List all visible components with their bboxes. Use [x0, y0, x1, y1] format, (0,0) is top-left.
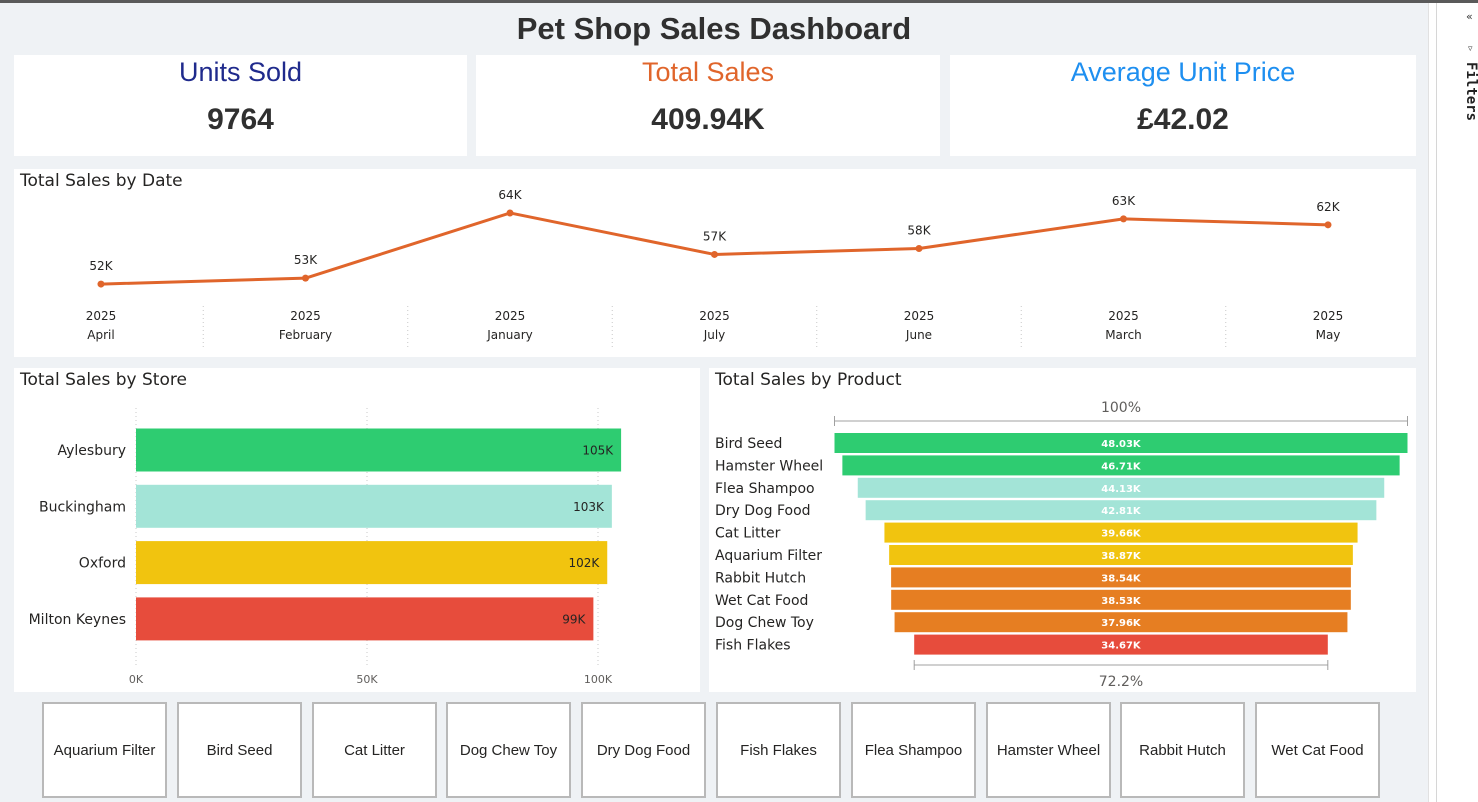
filters-pane-label[interactable]: Filters — [1463, 62, 1478, 121]
category-label: Cat Litter — [715, 526, 781, 542]
x-tick-year: 2025 — [1108, 309, 1139, 323]
top-percent-label: 100% — [1101, 400, 1141, 416]
slicer-bird-seed[interactable]: Bird Seed — [177, 702, 302, 798]
x-tick-label: 50K — [356, 673, 378, 686]
page-title: Pet Shop Sales Dashboard — [516, 11, 912, 46]
canvas-edge — [1428, 3, 1436, 802]
data-label: 57K — [703, 229, 727, 243]
slicer-wet-cat-food[interactable]: Wet Cat Food — [1255, 702, 1380, 798]
x-tick-year: 2025 — [699, 309, 730, 323]
data-label: 99K — [562, 612, 586, 626]
sales-by-product-visual[interactable]: Total Sales by Product 100% 48.03K Bird Se… — [709, 368, 1416, 692]
category-label: Buckingham — [39, 499, 126, 515]
sales-by-date-visual[interactable]: Total Sales by Date 52K 2025 April 53K 2025 F… — [14, 169, 1416, 357]
x-tick-year: 2025 — [290, 309, 321, 323]
slicer-cat-litter[interactable]: Cat Litter — [312, 702, 437, 798]
x-tick-month: January — [486, 328, 533, 342]
kpi-title: Units Sold — [178, 57, 303, 87]
filters-pane[interactable] — [1436, 3, 1478, 802]
slicer-dry-dog-food[interactable]: Dry Dog Food — [581, 702, 706, 798]
data-label: 38.87K — [1101, 551, 1142, 562]
bar-buckingham — [136, 484, 612, 528]
data-point — [711, 250, 718, 258]
data-label: 38.53K — [1101, 596, 1142, 607]
data-label: 64K — [498, 188, 522, 202]
x-tick-month: April — [87, 328, 114, 342]
sales-line — [100, 211, 1329, 286]
kpi-card-total-sales[interactable]: Total Sales 409.94K — [476, 55, 940, 156]
data-label: 39.66K — [1101, 529, 1142, 540]
report-canvas: Pet Shop Sales Dashboard Units Sold 9764… — [0, 3, 1428, 802]
data-label: 42.81K — [1101, 506, 1142, 517]
category-label: Hamster Wheel — [715, 458, 823, 474]
data-label: 63K — [1112, 194, 1136, 208]
bar-oxford — [136, 541, 608, 585]
x-tick-month: March — [1105, 328, 1142, 342]
x-tick-year: 2025 — [904, 309, 935, 323]
kpi-card-units-sold[interactable]: Units Sold 9764 — [14, 55, 467, 156]
data-point — [302, 274, 309, 282]
data-point — [506, 209, 514, 217]
x-tick-year: 2025 — [495, 309, 526, 323]
category-label: Wet Cat Food — [715, 593, 808, 609]
slicer-dog-chew-toy[interactable]: Dog Chew Toy — [446, 702, 571, 798]
data-label: 105K — [582, 444, 614, 458]
slicer-rabbit-hutch[interactable]: Rabbit Hutch — [1120, 702, 1245, 798]
kpi-card-average-unit-price[interactable]: Average Unit Price £42.02 — [950, 55, 1416, 156]
bar-aylesbury — [136, 428, 622, 472]
collapse-chevron-icon[interactable]: « — [1466, 10, 1473, 23]
category-label: Aylesbury — [57, 443, 126, 459]
x-tick-month: June — [905, 328, 932, 342]
x-tick-label: 0K — [129, 673, 144, 686]
kpi-value: 9764 — [207, 103, 274, 136]
category-label: Bird Seed — [715, 436, 782, 452]
data-label: 62K — [1316, 200, 1340, 214]
kpi-value: 409.94K — [651, 103, 765, 136]
kpi-title: Average Unit Price — [1070, 57, 1296, 87]
data-label: 103K — [573, 500, 605, 514]
category-label: Flea Shampoo — [715, 481, 815, 497]
sales-by-store-visual[interactable]: Total Sales by Store 0K 50K 100K 105K Aylesb… — [14, 368, 700, 692]
x-tick-month: February — [279, 328, 332, 342]
slicer-hamster-wheel[interactable]: Hamster Wheel — [986, 702, 1111, 798]
data-label: 102K — [568, 556, 600, 570]
x-tick-month: May — [1316, 328, 1341, 342]
slicer-aquarium-filter[interactable]: Aquarium Filter — [42, 702, 167, 798]
category-label: Milton Keynes — [29, 612, 126, 628]
data-label: 38.54K — [1101, 573, 1142, 584]
category-label: Rabbit Hutch — [715, 570, 806, 586]
slicer-flea-shampoo[interactable]: Flea Shampoo — [851, 702, 976, 798]
data-label: 34.67K — [1101, 641, 1142, 652]
kpi-title: Total Sales — [641, 57, 775, 87]
bar-milton-keynes — [136, 597, 594, 641]
category-label: Oxford — [79, 556, 126, 572]
x-tick-month: July — [703, 328, 726, 342]
sales-by-product-chart: 100% 48.03K Bird Seed 46.71K Hamster Wheel 44… — [715, 400, 1408, 690]
data-point — [1120, 215, 1127, 223]
data-label: 46.71K — [1101, 461, 1142, 472]
x-tick-year: 2025 — [1313, 309, 1344, 323]
category-label: Fish Flakes — [715, 638, 791, 654]
data-label: 44.13K — [1101, 484, 1142, 495]
category-label: Aquarium Filter — [715, 548, 822, 564]
data-label: 37.96K — [1101, 618, 1142, 629]
category-label: Dog Chew Toy — [715, 615, 814, 631]
filter-funnel-icon: ▿ — [1468, 44, 1473, 54]
data-point — [915, 245, 923, 253]
data-point — [1324, 221, 1332, 229]
data-label: 53K — [294, 253, 318, 267]
bottom-percent-label: 72.2% — [1099, 674, 1143, 690]
x-tick-year: 2025 — [86, 309, 117, 323]
kpi-value: £42.02 — [1137, 103, 1229, 136]
data-label: 58K — [907, 224, 931, 238]
slicer-fish-flakes[interactable]: Fish Flakes — [716, 702, 841, 798]
sales-by-store-chart: 0K 50K 100K 105K Aylesbury 103K Buckingham 102K… — [29, 408, 622, 686]
data-point — [97, 280, 105, 288]
category-label: Dry Dog Food — [715, 503, 811, 519]
data-label: 52K — [89, 259, 113, 273]
sales-by-date-chart: 52K 2025 April 53K 2025 February 64K 2025 Januar… — [86, 188, 1344, 347]
x-tick-label: 100K — [584, 673, 613, 686]
data-label: 48.03K — [1101, 439, 1142, 450]
